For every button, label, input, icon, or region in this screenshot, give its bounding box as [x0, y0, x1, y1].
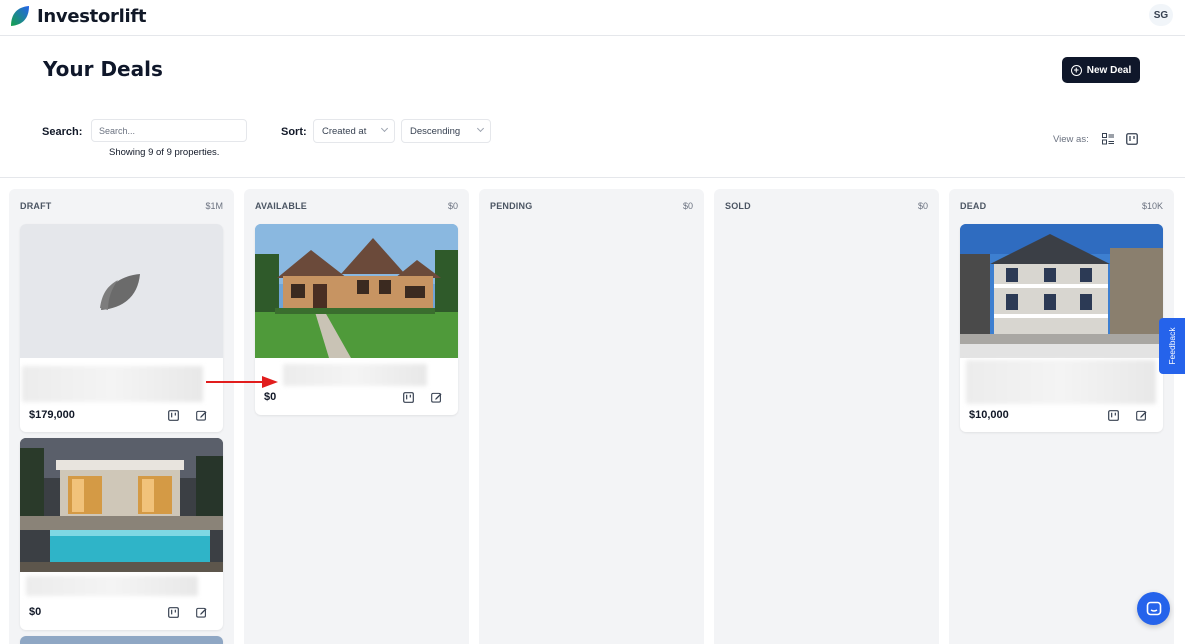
edit-icon[interactable]	[196, 410, 207, 421]
redacted-address	[22, 366, 203, 402]
deal-card[interactable]	[20, 636, 223, 644]
sort-field-value: Created at	[322, 125, 367, 137]
column-title: DRAFT	[20, 201, 52, 211]
column-total: $0	[447, 201, 458, 211]
sort-order-value: Descending	[410, 125, 461, 137]
sort-label: Sort:	[281, 126, 307, 138]
column-dead: DEAD $10K $10,000	[949, 189, 1174, 644]
board-view-icon[interactable]	[1108, 410, 1119, 421]
column-sold: SOLD $0	[714, 189, 939, 644]
page-title: Your Deals	[43, 57, 163, 81]
deal-price: $10,000	[969, 409, 1009, 421]
redacted-address	[26, 576, 198, 596]
chevron-down-icon	[380, 124, 389, 133]
top-nav-bar: Investorlift SG	[0, 0, 1185, 36]
redacted-address	[283, 364, 427, 386]
board-view-icon[interactable]	[168, 607, 179, 618]
user-avatar[interactable]: SG	[1149, 4, 1173, 26]
column-available: AVAILABLE $0 $0	[244, 189, 469, 644]
annotation-arrow-icon	[206, 376, 278, 388]
search-label: Search:	[42, 126, 83, 138]
edit-icon[interactable]	[431, 392, 442, 403]
column-title: AVAILABLE	[255, 201, 307, 211]
feedback-tab[interactable]: Feedback	[1159, 318, 1185, 374]
column-pending: PENDING $0	[479, 189, 704, 644]
new-deal-button[interactable]: + New Deal	[1062, 57, 1140, 83]
sort-field-select[interactable]: Created at	[313, 119, 395, 143]
feedback-label: Feedback	[1167, 327, 1177, 365]
board-view-icon[interactable]	[1126, 133, 1138, 145]
search-input[interactable]	[91, 119, 247, 142]
deal-card[interactable]: $179,000	[20, 224, 223, 432]
edit-icon[interactable]	[196, 607, 207, 618]
app-logo[interactable]: Investorlift	[9, 4, 147, 28]
column-total: $10K	[1141, 201, 1163, 211]
view-as-label: View as:	[1053, 134, 1089, 145]
redacted-address	[966, 360, 1156, 404]
old-house-photo	[960, 224, 1163, 358]
deal-price: $179,000	[29, 409, 75, 421]
column-title: PENDING	[490, 201, 533, 211]
chevron-down-icon	[476, 124, 485, 133]
leaf-logo-icon	[11, 6, 29, 26]
column-total: $0	[917, 201, 928, 211]
edit-icon[interactable]	[1136, 410, 1147, 421]
deal-card[interactable]: $0	[20, 438, 223, 630]
column-total: $0	[682, 201, 693, 211]
app-name: Investorlift	[37, 5, 147, 27]
stone-house-photo	[255, 224, 458, 358]
column-total: $1M	[205, 201, 223, 211]
results-count-text: Showing 9 of 9 properties.	[109, 147, 220, 158]
deal-card[interactable]: $0	[255, 224, 458, 415]
deal-card[interactable]: $10,000	[960, 224, 1163, 432]
deal-price: $0	[264, 391, 277, 403]
board-view-icon[interactable]	[168, 410, 179, 421]
header-divider	[0, 177, 1185, 178]
deal-price: $0	[29, 606, 42, 618]
plus-circle-icon: +	[1070, 64, 1082, 76]
sort-order-select[interactable]: Descending	[401, 119, 491, 143]
column-draft: DRAFT $1M $179,000 $0	[9, 189, 234, 644]
chat-launcher-button[interactable]	[1137, 592, 1170, 625]
modern-house-pool-photo	[20, 438, 223, 572]
column-title: SOLD	[725, 201, 751, 211]
list-view-icon[interactable]	[1102, 133, 1114, 145]
board-view-icon[interactable]	[403, 392, 414, 403]
placeholder-image	[20, 224, 223, 358]
column-title: DEAD	[960, 201, 987, 211]
new-deal-label: New Deal	[1086, 64, 1132, 76]
chat-icon	[1146, 601, 1161, 615]
